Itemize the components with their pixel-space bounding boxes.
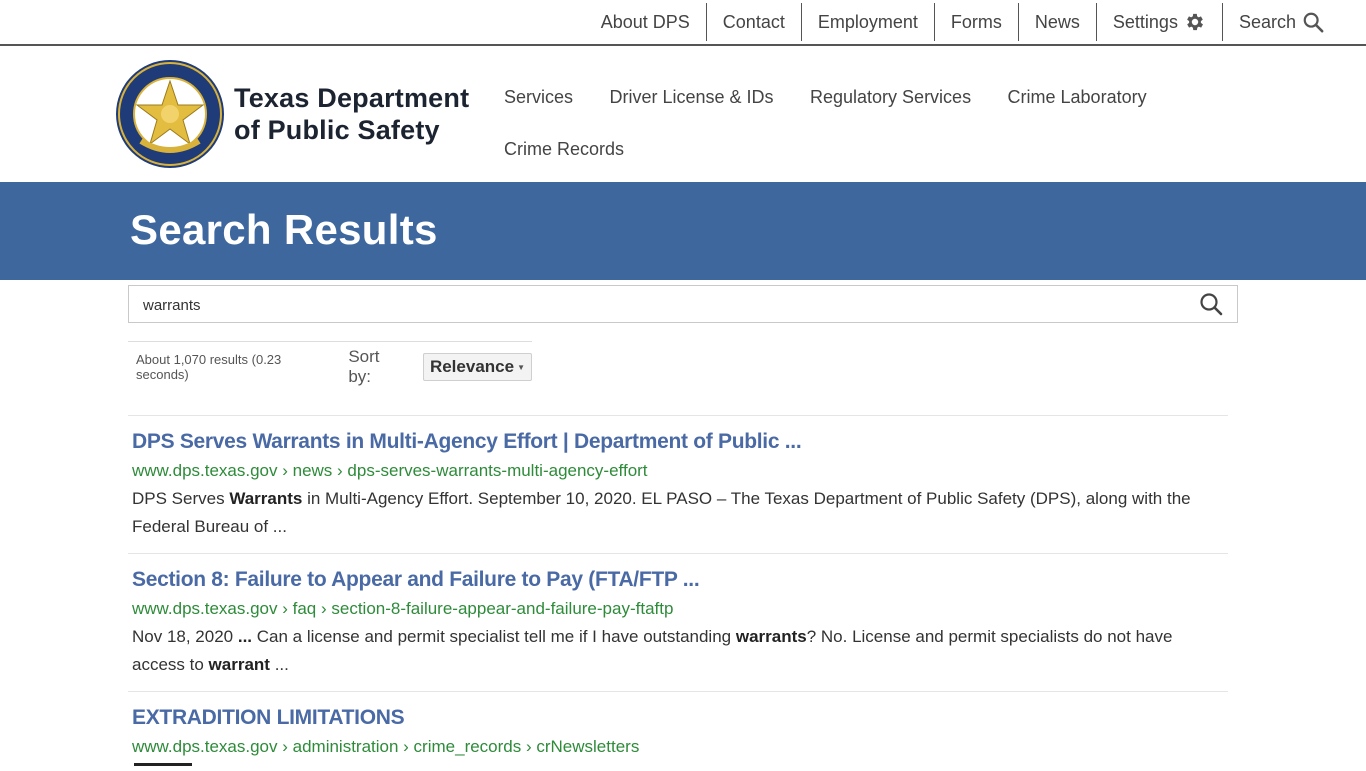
utility-link-forms[interactable]: Forms: [933, 3, 1018, 41]
search-icon: [1200, 293, 1223, 316]
snippet-highlight: ...: [237, 627, 253, 646]
nav-crime-records[interactable]: Crime Records: [488, 128, 640, 170]
nav-services[interactable]: Services: [488, 76, 589, 118]
nav-driver-license[interactable]: Driver License & IDs: [593, 76, 789, 118]
utility-link-contact[interactable]: Contact: [705, 3, 801, 41]
nav-regulatory-services[interactable]: Regulatory Services: [794, 76, 987, 118]
result-item: EXTRADITION LIMITATIONS www.dps.texas.go…: [128, 691, 1228, 771]
search-submit-button[interactable]: [1199, 292, 1223, 321]
utility-nav: About DPS Contact Employment Forms News …: [585, 0, 1340, 44]
settings-button[interactable]: Settings: [1095, 3, 1222, 41]
snippet-highlight: warrants: [735, 627, 807, 646]
brand-line-2: of Public Safety: [234, 115, 440, 145]
hero-banner: Search Results: [0, 182, 1366, 280]
search-input[interactable]: [141, 286, 1185, 324]
chevron-down-icon: ▼: [517, 362, 525, 372]
snippet-highlight: warrant: [208, 655, 270, 674]
result-url: www.dps.texas.gov › administration › cri…: [132, 737, 640, 756]
result-url: www.dps.texas.gov › faq › section-8-fail…: [132, 599, 674, 618]
sort-value: Relevance: [429, 357, 515, 376]
snippet-text: DPS Serves: [132, 489, 230, 508]
result-url: www.dps.texas.gov › news › dps-serves-wa…: [132, 461, 648, 480]
gear-icon: [1187, 13, 1203, 31]
result-title-link[interactable]: DPS Serves Warrants in Multi-Agency Effo…: [132, 428, 1224, 456]
snippet-text: ...: [269, 655, 289, 674]
search-form: [128, 285, 1238, 324]
brand-line-1: Texas Department: [234, 83, 470, 113]
result-title-link[interactable]: Section 8: Failure to Appear and Failure…: [132, 566, 1224, 594]
results-meta: About 1,070 results (0.23 seconds) Sort …: [128, 341, 532, 386]
result-snippet: Nov 18, 2020 ... Can a license and permi…: [132, 623, 1224, 679]
result-snippet: DPS Serves Warrants in Multi-Agency Effo…: [132, 485, 1224, 541]
snippet-highlight: Warrants: [229, 489, 303, 508]
snippet-text: Nov 18, 2020: [132, 627, 238, 646]
sort-label: Sort by:: [348, 347, 380, 386]
dps-seal-logo[interactable]: [115, 59, 225, 169]
result-title-link[interactable]: EXTRADITION LIMITATIONS: [132, 704, 1224, 732]
result-item: Section 8: Failure to Appear and Failure…: [128, 553, 1228, 691]
utility-link-about[interactable]: About DPS: [585, 3, 706, 41]
utility-link-employment[interactable]: Employment: [800, 3, 934, 41]
settings-label: Settings: [1112, 11, 1178, 32]
search-link[interactable]: Search: [1221, 3, 1340, 41]
utility-bar: About DPS Contact Employment Forms News …: [0, 0, 1366, 46]
results-list: DPS Serves Warrants in Multi-Agency Effo…: [128, 415, 1238, 771]
cut-off-content: [134, 763, 192, 766]
nav-crime-laboratory[interactable]: Crime Laboratory: [992, 76, 1163, 118]
snippet-text: Can a license and permit specialist tell…: [252, 627, 736, 646]
utility-link-news[interactable]: News: [1017, 3, 1096, 41]
main-nav: Services Driver License & IDs Regulatory…: [488, 76, 1168, 180]
page-title: Search Results: [130, 206, 438, 253]
site-header: Texas Department of Public Safety Servic…: [0, 46, 1366, 182]
sort-dropdown[interactable]: Relevance ▼: [422, 353, 532, 381]
brand-name[interactable]: Texas Department of Public Safety: [234, 82, 469, 146]
result-item: DPS Serves Warrants in Multi-Agency Effo…: [128, 415, 1228, 553]
result-count: About 1,070 results (0.23 seconds): [136, 352, 282, 382]
search-icon: [1303, 12, 1324, 33]
search-link-label: Search: [1238, 11, 1296, 32]
